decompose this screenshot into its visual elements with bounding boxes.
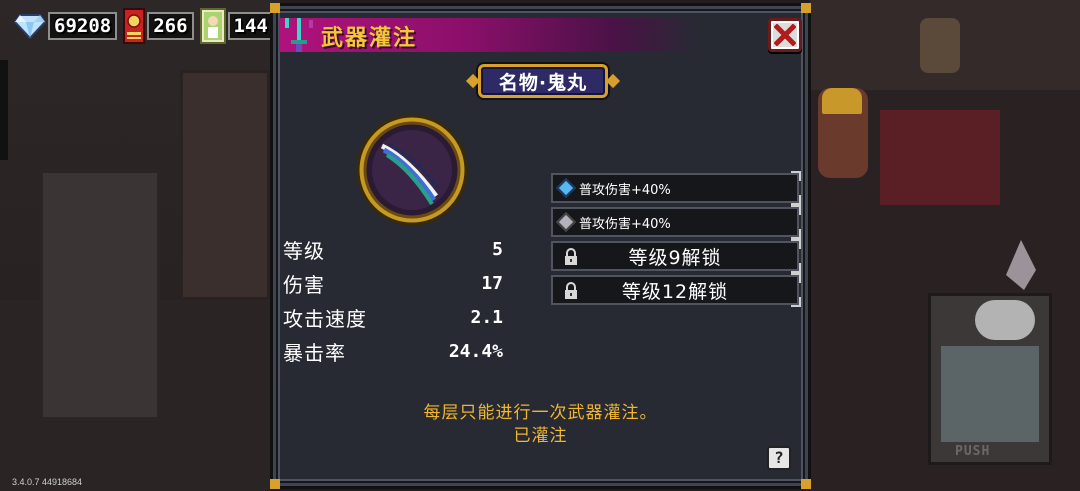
enchantment-slot-3-locked: 等级9解锁 xyxy=(551,239,801,273)
enchantment-slot-2: 普攻伤害+40% xyxy=(551,205,801,239)
stat-value: 24.4% xyxy=(448,340,503,362)
unlock-requirement: 等级12解锁 xyxy=(621,280,729,303)
background-edge xyxy=(0,60,8,160)
claw-machine-push-label: PUSH xyxy=(955,444,991,459)
enchantment-slots: 普攻伤害+40% 普攻伤害+40% 等级9解锁 等级12解锁 xyxy=(551,171,801,309)
notice-line-1: 每层只能进行一次武器灌注。 xyxy=(423,403,658,423)
stat-value: 17 xyxy=(481,272,503,294)
weapon-stats: 等级 5 伤害 17 攻击速度 2.1 暴击率 24.4% xyxy=(283,232,503,368)
stat-row-attack-speed: 攻击速度 2.1 xyxy=(283,300,503,334)
dialog-title: 武器灌注 xyxy=(321,26,418,51)
version-label: 3.4.0.7 44918684 xyxy=(12,477,83,487)
character-card-icon xyxy=(199,8,226,44)
infusion-notice: 每层只能进行一次武器灌注。 已灌注 xyxy=(273,402,808,448)
sword-gem-icon xyxy=(285,18,313,52)
npc-hair xyxy=(822,88,862,114)
grey-diamond-icon xyxy=(556,212,576,232)
notice-line-2: 已灌注 xyxy=(513,426,568,446)
diamond-icon xyxy=(14,14,46,39)
card-counter: 144 xyxy=(199,8,274,44)
help-button[interactable]: ? xyxy=(767,446,791,470)
weapon-name-plate: 名物·鬼丸 xyxy=(478,64,608,98)
currency-hud: 69208 266 144 xyxy=(14,8,274,44)
lock-icon xyxy=(565,282,577,299)
katana-weapon-icon xyxy=(356,114,468,226)
stat-row-level: 等级 5 xyxy=(283,232,503,266)
stat-label: 攻击速度 xyxy=(283,306,367,331)
stat-label: 等级 xyxy=(283,238,325,263)
frame-corner xyxy=(801,479,811,489)
weapon-infusion-dialog: 武器灌注 名物·鬼丸 等级 5 伤害 17 攻击速度 2.1 暴击率 24.4%… xyxy=(270,3,811,489)
frame-corner xyxy=(270,3,280,13)
enchantment-text: 普攻伤害+40% xyxy=(579,216,671,232)
enchantment-slot-4-locked: 等级12解锁 xyxy=(551,273,801,307)
gem-count: 69208 xyxy=(48,12,118,40)
gem-counter: 69208 xyxy=(14,12,118,40)
enchantment-text: 普攻伤害+40% xyxy=(579,182,671,198)
enchantment-slot-1: 普攻伤害+40% xyxy=(551,171,801,205)
stat-value: 2.1 xyxy=(470,306,503,328)
background-cat xyxy=(975,300,1035,340)
card-count: 144 xyxy=(227,12,274,40)
stat-value: 5 xyxy=(492,238,503,260)
coupon-count: 266 xyxy=(147,12,194,40)
weapon-name: 名物·鬼丸 xyxy=(498,71,588,94)
red-coupon-icon xyxy=(123,8,146,44)
coupon-counter: 266 xyxy=(123,8,194,44)
claw-machine-glass xyxy=(941,346,1039,442)
background-machine xyxy=(40,170,160,420)
stat-row-crit-rate: 暴击率 24.4% xyxy=(283,334,503,368)
stat-label: 暴击率 xyxy=(283,340,346,365)
close-button[interactable] xyxy=(768,18,802,52)
background-shelf xyxy=(180,70,270,300)
frame-corner xyxy=(270,479,280,489)
stat-label: 伤害 xyxy=(283,272,325,297)
unlock-requirement: 等级9解锁 xyxy=(628,246,722,269)
background-counter xyxy=(880,110,1000,205)
background-lamp xyxy=(920,18,960,73)
stat-row-damage: 伤害 17 xyxy=(283,266,503,300)
lock-icon xyxy=(565,248,577,265)
blue-diamond-icon xyxy=(556,178,576,198)
frame-corner xyxy=(801,3,811,13)
close-icon xyxy=(774,24,796,46)
